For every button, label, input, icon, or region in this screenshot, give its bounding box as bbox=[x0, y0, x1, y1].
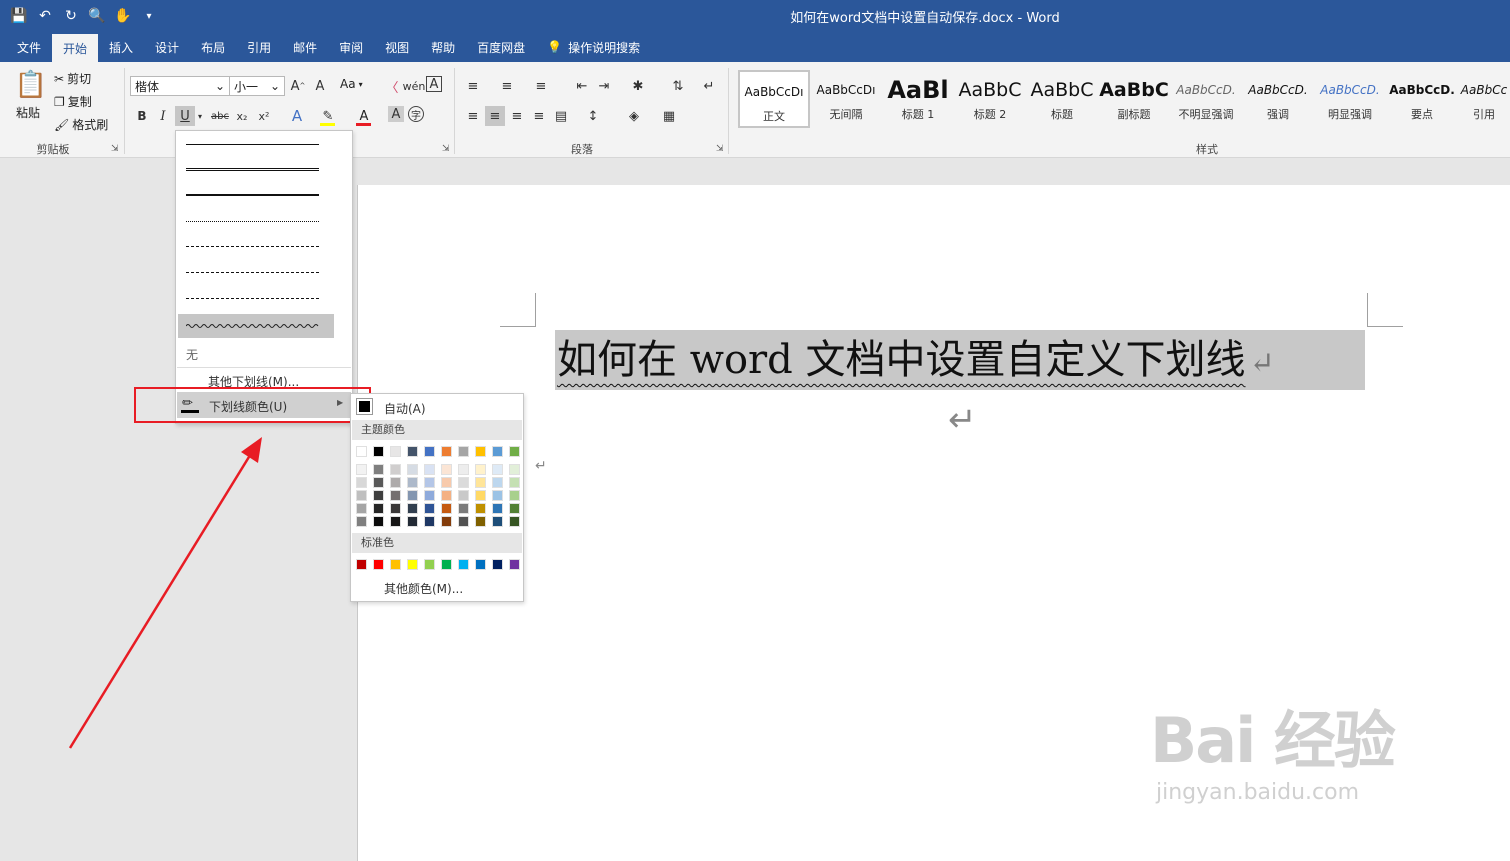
baidu-watermark: Bai 经验 jingyan.baidu.com bbox=[1150, 690, 1396, 805]
watermark-brand: Bai 经验 bbox=[1150, 704, 1396, 777]
watermark-url: jingyan.baidu.com bbox=[1156, 780, 1360, 805]
